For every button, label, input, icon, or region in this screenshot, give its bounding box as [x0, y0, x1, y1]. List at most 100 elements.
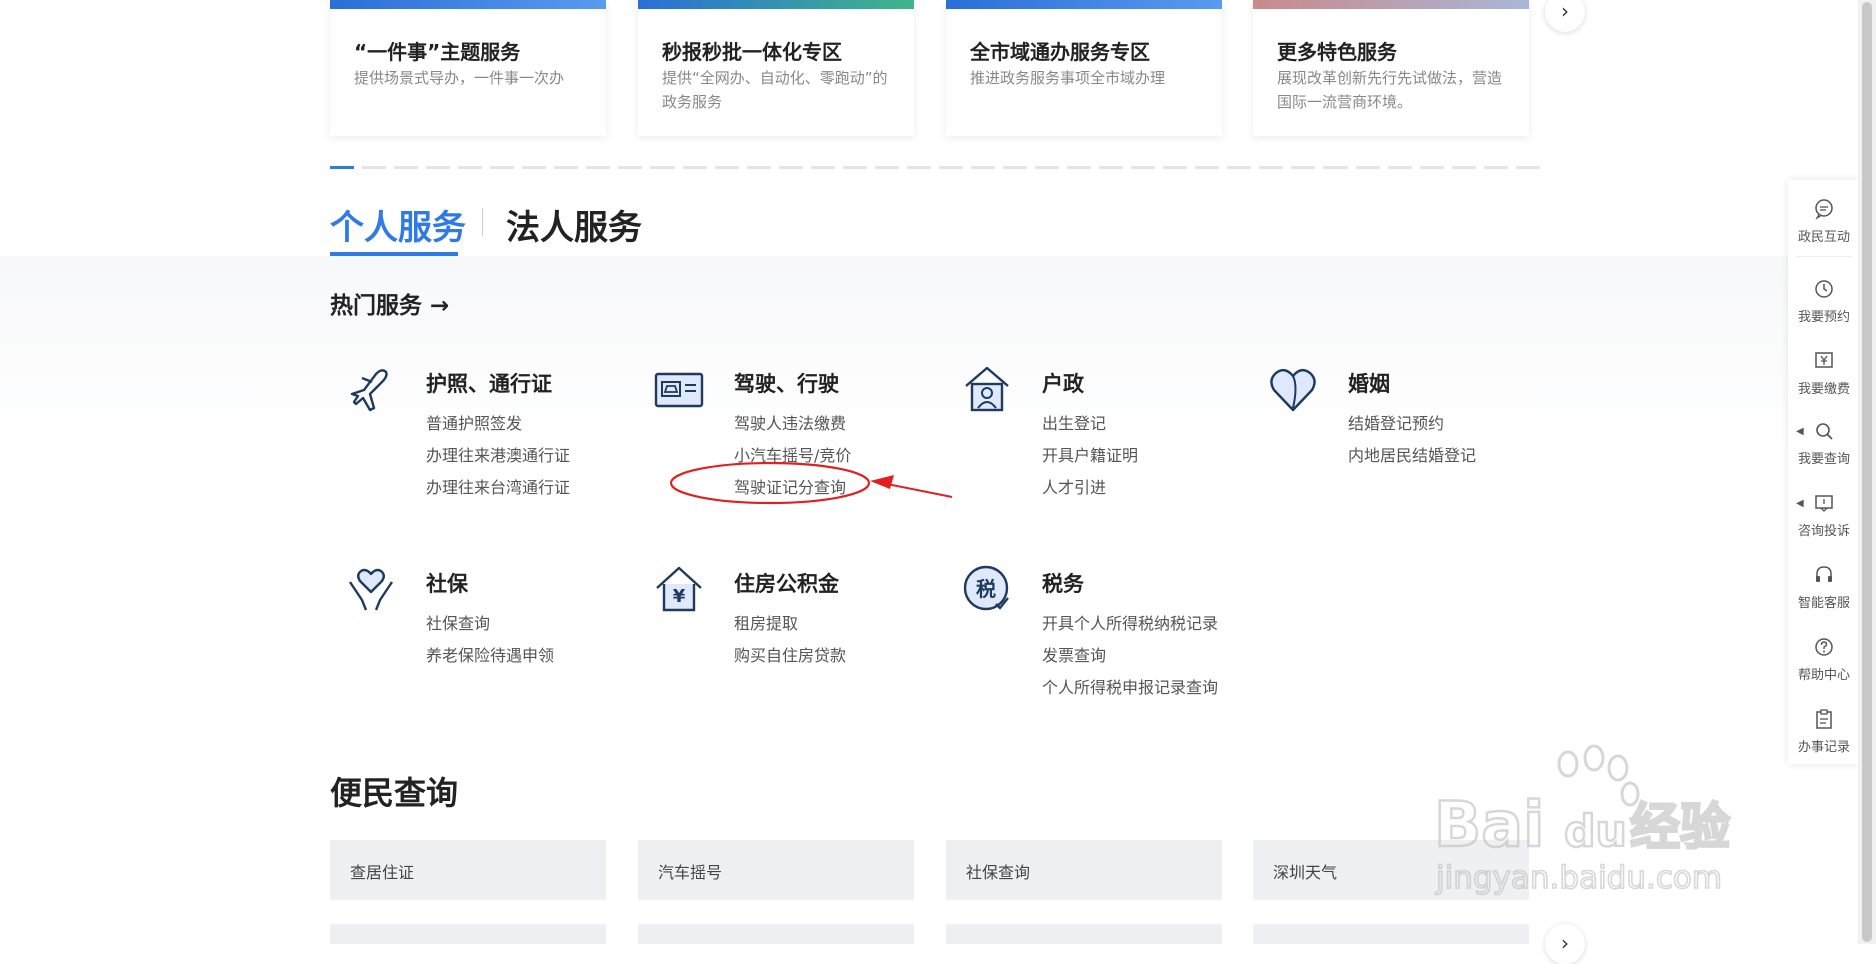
- carousel-dot[interactable]: [1259, 166, 1284, 169]
- carousel-dot[interactable]: [938, 166, 963, 169]
- carousel-dot[interactable]: [1515, 166, 1540, 169]
- card-title: “一件事”主题服务: [354, 40, 521, 64]
- service-link[interactable]: 社保查询: [426, 608, 554, 640]
- carousel-dot[interactable]: [426, 166, 451, 169]
- carousel-dot[interactable]: [874, 166, 899, 169]
- carousel-dot[interactable]: [554, 166, 579, 169]
- carousel-dot[interactable]: [714, 166, 739, 169]
- carousel-indicator: [330, 166, 1540, 170]
- carousel-dot[interactable]: [618, 166, 643, 169]
- hot-services-link[interactable]: 热门服务 →: [330, 286, 449, 320]
- service-link[interactable]: 办理往来港澳通行证: [426, 440, 570, 472]
- service-link[interactable]: 内地居民结婚登记: [1348, 440, 1476, 472]
- float-item-consult[interactable]: ◀ 咨询投诉: [1788, 492, 1860, 539]
- tab-legal-services[interactable]: 法人服务: [506, 200, 642, 249]
- carousel-dot[interactable]: [1419, 166, 1444, 169]
- top-card[interactable]: 更多特色服务 展现改革创新先行先试做法，营造国际一流营商环境。: [1253, 0, 1529, 136]
- query-next-button[interactable]: ›: [1545, 924, 1585, 964]
- top-card[interactable]: 全市域通办服务专区 推进政务服务事项全市域办理: [946, 0, 1222, 136]
- service-link[interactable]: 普通护照签发: [426, 408, 570, 440]
- category-title: 婚姻: [1348, 372, 1390, 396]
- carousel-dot[interactable]: [1035, 166, 1060, 169]
- arrow-right-icon: →: [430, 293, 450, 319]
- carousel-dot[interactable]: [1451, 166, 1476, 169]
- scrollbar[interactable]: [1858, 0, 1876, 944]
- carousel-dot[interactable]: [330, 166, 355, 169]
- carousel-dot[interactable]: [778, 166, 803, 169]
- carousel-dot[interactable]: [1131, 166, 1156, 169]
- carousel-dot[interactable]: [1387, 166, 1412, 169]
- float-item-appointment[interactable]: 我要预约: [1788, 278, 1860, 325]
- annotation-highlight: [669, 461, 953, 505]
- float-item-query[interactable]: ◀ 我要查询: [1788, 420, 1860, 467]
- carousel-dot[interactable]: [458, 166, 483, 169]
- carousel-dot[interactable]: [810, 166, 835, 169]
- carousel-dot[interactable]: [586, 166, 611, 169]
- carousel-dot[interactable]: [1002, 166, 1028, 169]
- chevron-right-icon: ›: [1561, 0, 1569, 23]
- carousel-dot[interactable]: [490, 166, 515, 169]
- service-link[interactable]: 办理往来台湾通行证: [426, 472, 570, 504]
- tab-personal-services[interactable]: 个人服务: [330, 200, 466, 249]
- caret-left-icon: ◀: [1796, 498, 1804, 509]
- query-card[interactable]: 社保查询: [946, 840, 1222, 900]
- service-link[interactable]: 购买自住房贷款: [734, 640, 846, 672]
- query-card[interactable]: [638, 924, 914, 944]
- float-item-interaction[interactable]: 政民互动: [1788, 198, 1860, 245]
- baidu-watermark: Bai du 经验 jingyan.baidu.com: [1433, 744, 1764, 904]
- float-item-records[interactable]: 办事记录: [1788, 708, 1860, 755]
- paw-logo-icon: Bai du 经验 jingyan.baidu.com: [1433, 744, 1731, 897]
- carousel-dot[interactable]: [1483, 166, 1508, 169]
- carousel-dot[interactable]: [394, 166, 419, 169]
- top-card[interactable]: “一件事”主题服务 提供场景式导办，一件事一次办: [330, 0, 606, 136]
- carousel-dot[interactable]: [1323, 166, 1348, 169]
- carousel-dot[interactable]: [746, 166, 771, 169]
- carousel-dot[interactable]: [906, 166, 931, 169]
- service-link[interactable]: 养老保险待遇申领: [426, 640, 554, 672]
- card-banner: [638, 0, 914, 9]
- convenience-section-title: 便民查询: [330, 774, 459, 812]
- float-item-payment[interactable]: 我要缴费: [1788, 350, 1860, 397]
- category-title: 社保: [426, 572, 468, 596]
- carousel-dot[interactable]: [362, 166, 387, 169]
- query-card[interactable]: [1253, 924, 1529, 944]
- carousel-dot[interactable]: [1227, 166, 1252, 169]
- hot-services-label: 热门服务: [330, 293, 422, 319]
- service-link[interactable]: 驾驶人违法缴费: [734, 408, 851, 440]
- airplane-icon: [350, 369, 388, 412]
- carousel-dot[interactable]: [682, 166, 707, 169]
- query-card[interactable]: [946, 924, 1222, 944]
- carousel-dot[interactable]: [522, 166, 547, 169]
- service-link[interactable]: 开具个人所得税纳税记录: [1042, 608, 1218, 640]
- carousel-dot[interactable]: [842, 166, 867, 169]
- card-desc: 提供“全网办、自动化、零跑动”的政务服务: [662, 69, 888, 111]
- category-title: 税务: [1042, 572, 1084, 596]
- carousel-dot[interactable]: [1195, 166, 1220, 169]
- service-link[interactable]: 出生登记: [1042, 408, 1138, 440]
- query-card[interactable]: 查居住证: [330, 840, 606, 900]
- float-item-help[interactable]: 帮助中心: [1788, 636, 1860, 683]
- query-card[interactable]: [330, 924, 606, 944]
- heart-icon: [1270, 368, 1316, 412]
- house-person-icon: [965, 366, 1009, 412]
- service-link[interactable]: 开具户籍证明: [1042, 440, 1138, 472]
- carousel-dot[interactable]: [650, 166, 675, 169]
- service-link[interactable]: 人才引进: [1042, 472, 1138, 504]
- carousel-dot[interactable]: [1099, 166, 1124, 169]
- carousel-dot[interactable]: [970, 166, 995, 169]
- watermark-brand2: du: [1564, 806, 1627, 857]
- service-link[interactable]: 结婚登记预约: [1348, 408, 1476, 440]
- top-card[interactable]: 秒报秒批一体化专区 提供“全网办、自动化、零跑动”的政务服务: [638, 0, 914, 136]
- scrollbar-thumb[interactable]: [1862, 2, 1872, 942]
- service-link[interactable]: 租房提取: [734, 608, 846, 640]
- carousel-dot[interactable]: [1355, 166, 1380, 169]
- carousel-dot[interactable]: [1291, 166, 1316, 169]
- service-link[interactable]: 个人所得税申报记录查询: [1042, 672, 1218, 704]
- carousel-dot[interactable]: [1067, 166, 1092, 169]
- query-card[interactable]: 汽车摇号: [638, 840, 914, 900]
- query-label: 汽车摇号: [658, 863, 723, 882]
- service-link[interactable]: 发票查询: [1042, 640, 1218, 672]
- carousel-dot[interactable]: [1163, 166, 1188, 169]
- carousel-next-button[interactable]: ›: [1545, 0, 1585, 32]
- float-item-chatbot[interactable]: 智能客服: [1788, 564, 1860, 611]
